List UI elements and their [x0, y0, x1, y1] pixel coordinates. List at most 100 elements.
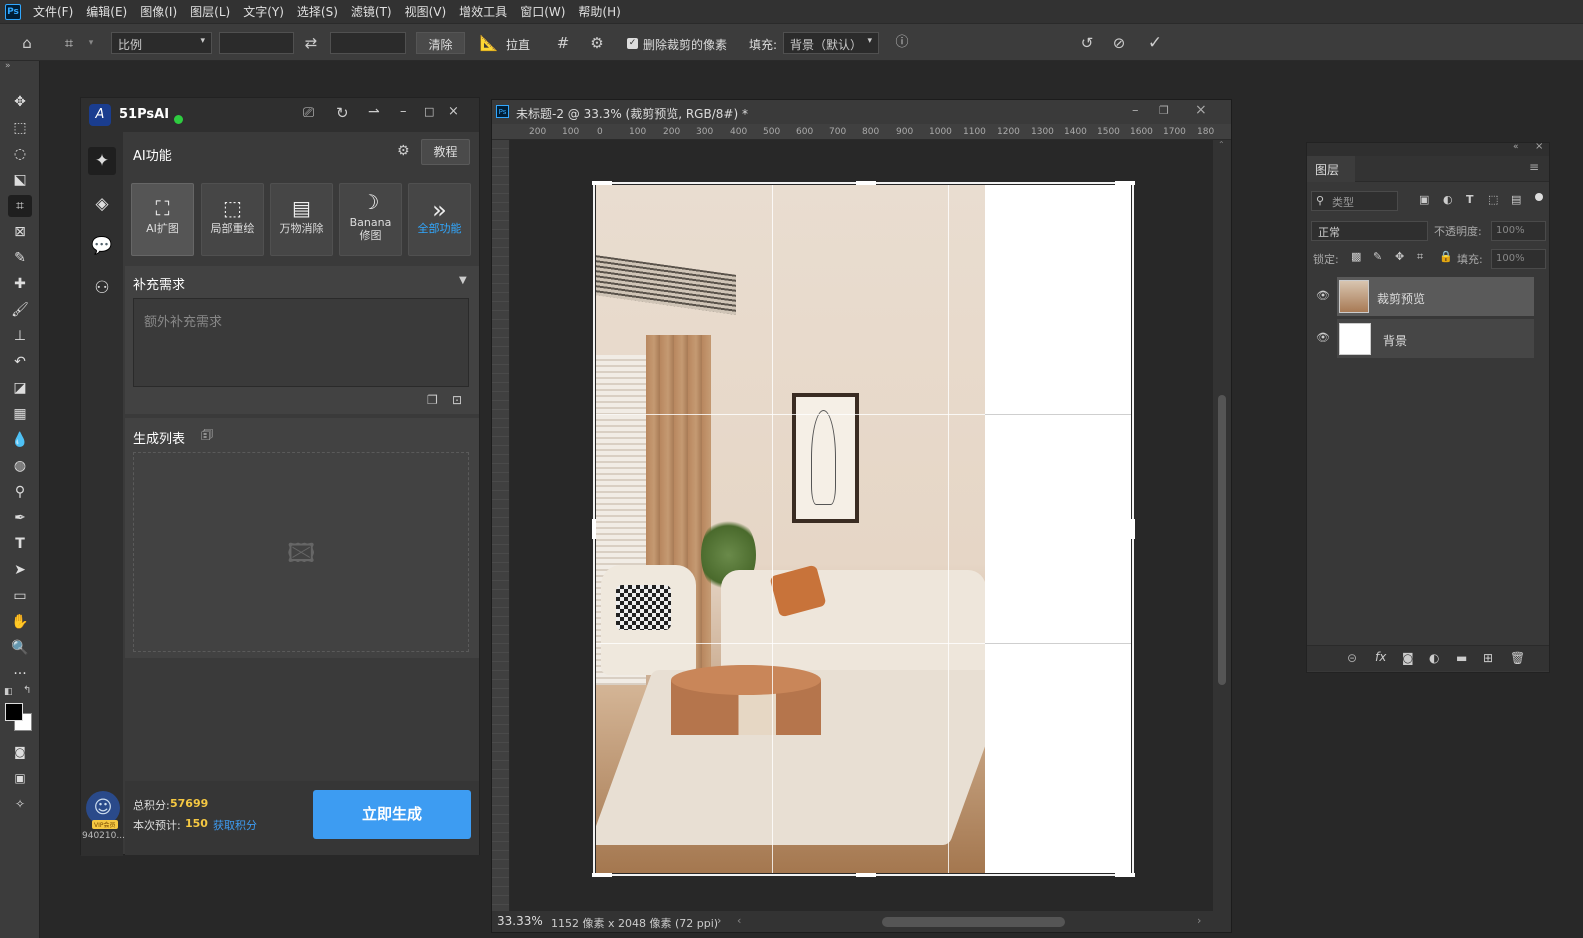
height-input[interactable]: [330, 32, 406, 54]
generate-button[interactable]: 立即生成: [313, 790, 471, 839]
filter-pixel-icon[interactable]: ▣: [1419, 193, 1429, 206]
straighten-icon[interactable]: 📐: [478, 32, 500, 54]
path-select-tool-icon[interactable]: ➤: [8, 559, 32, 581]
close-icon[interactable]: ×: [448, 104, 459, 119]
collapse-icon[interactable]: ▼: [459, 275, 467, 286]
quick-mask-icon[interactable]: ◙: [8, 741, 32, 763]
crop-handle-bottom[interactable]: [856, 873, 876, 877]
collapse-panel-icon[interactable]: «: [1513, 142, 1519, 152]
minimize-icon[interactable]: –: [400, 104, 407, 119]
zoom-lens-tool-icon[interactable]: ⚲: [8, 481, 32, 503]
crop-border[interactable]: [593, 182, 1134, 876]
notes-icon[interactable]: 🗊: [201, 426, 213, 448]
layers-stack-icon[interactable]: ◈: [88, 190, 116, 218]
clear-button[interactable]: 清除: [416, 32, 465, 54]
stamp-tool-icon[interactable]: ⊥: [8, 325, 32, 347]
requirement-input[interactable]: 额外补充需求: [133, 298, 469, 387]
lock-all-icon[interactable]: 🔒: [1439, 250, 1453, 263]
minimize-icon[interactable]: –: [1132, 103, 1139, 118]
default-colors-icon[interactable]: ◧: [4, 687, 13, 697]
magic-wand-icon[interactable]: ✦: [88, 147, 116, 175]
menu-view[interactable]: 视图(V): [405, 3, 447, 20]
pin-icon[interactable]: ⇀: [368, 104, 380, 120]
restore-icon[interactable]: ❐: [1159, 104, 1169, 117]
add-mask-icon[interactable]: ◙: [1402, 651, 1414, 665]
feature-erase[interactable]: ▤ 万物消除: [270, 183, 333, 256]
eye-icon[interactable]: 👁: [1316, 331, 1330, 344]
info-icon[interactable]: ⓘ: [891, 32, 913, 54]
menu-image[interactable]: 图像(I): [140, 3, 177, 20]
adjustment-layer-icon[interactable]: ◐: [1429, 651, 1439, 665]
delete-pixels-checkbox[interactable]: ✓: [627, 38, 638, 49]
link-layers-icon[interactable]: ⊝: [1347, 651, 1357, 665]
ratio-select[interactable]: 比例 ▾: [111, 32, 212, 54]
swap-icon[interactable]: ⇄: [300, 32, 322, 54]
screen-mode-icon[interactable]: ▣: [8, 767, 32, 789]
copy-icon[interactable]: ❐: [427, 393, 438, 407]
gear-icon[interactable]: ⚙: [397, 143, 410, 159]
horizontal-scroll-thumb[interactable]: [882, 917, 1065, 927]
zoom-level[interactable]: 33.33%: [497, 914, 543, 928]
scroll-right-icon[interactable]: ›: [1197, 914, 1201, 927]
vertical-scrollbar[interactable]: ⌃: [1213, 140, 1231, 911]
panel-menu-icon[interactable]: ≡: [1529, 160, 1539, 174]
document-tab[interactable]: Ps 未标题-2 @ 33.3% (裁剪预览, RGB/8#) * – ❐ ×: [492, 100, 1231, 124]
fill-select[interactable]: 背景（默认） ▾: [783, 32, 879, 54]
crop-tool-icon[interactable]: ⌗: [58, 32, 80, 54]
tutorial-button[interactable]: 教程: [421, 139, 470, 165]
gear-icon[interactable]: ⚙: [586, 32, 608, 54]
opacity-input[interactable]: 100%: [1491, 221, 1546, 241]
chat-icon[interactable]: 💬: [88, 232, 116, 260]
close-icon[interactable]: ×: [1195, 102, 1207, 118]
swap-colors-icon[interactable]: ↰: [23, 685, 31, 696]
history-brush-tool-icon[interactable]: ↶: [8, 351, 32, 373]
generative-icon[interactable]: ✧: [8, 793, 32, 815]
healing-brush-tool-icon[interactable]: ✚: [8, 273, 32, 295]
new-layer-icon[interactable]: ⊞: [1483, 651, 1493, 665]
lock-transparent-icon[interactable]: ▩: [1351, 250, 1361, 263]
get-points-link[interactable]: 获取积分: [213, 817, 257, 833]
lock-position-icon[interactable]: ✥: [1395, 250, 1404, 263]
gradient-tool-icon[interactable]: ▦: [8, 403, 32, 425]
lock-artboard-icon[interactable]: ⌗: [1417, 250, 1423, 264]
chevron-down-icon[interactable]: ▾: [80, 32, 102, 54]
crop-handle-top[interactable]: [856, 181, 876, 185]
new-group-icon[interactable]: ▬: [1456, 651, 1467, 665]
vertical-scroll-thumb[interactable]: [1218, 395, 1226, 685]
blend-mode-select[interactable]: 正常: [1311, 221, 1428, 241]
pen-tool-icon[interactable]: ✒: [8, 507, 32, 529]
filter-adjustment-icon[interactable]: ◐: [1443, 193, 1453, 206]
filter-type-icon[interactable]: T: [1466, 193, 1474, 206]
fx-icon[interactable]: fx: [1375, 650, 1386, 664]
crop-handle-top-right[interactable]: [1115, 181, 1135, 185]
menu-type[interactable]: 文字(Y): [243, 3, 284, 20]
crop-handle-bottom-left[interactable]: [592, 873, 612, 877]
menu-layer[interactable]: 图层(L): [190, 3, 230, 20]
screenshot-icon[interactable]: ⎚: [303, 105, 314, 121]
scroll-up-icon[interactable]: ⌃: [1218, 140, 1225, 149]
zoom-tool-icon[interactable]: 🔍: [8, 637, 32, 659]
crop-handle-right[interactable]: [1131, 519, 1135, 539]
crop-tool-active-icon[interactable]: ⌗: [8, 195, 32, 217]
crop-handle-bottom-right[interactable]: [1115, 873, 1135, 877]
clear-icon[interactable]: ⊡: [452, 393, 462, 407]
trash-icon[interactable]: 🗑: [1510, 651, 1525, 665]
filter-shape-icon[interactable]: ⬚: [1488, 193, 1498, 206]
lock-image-icon[interactable]: ✎: [1373, 250, 1382, 263]
marquee-tool-icon[interactable]: ⬚: [8, 117, 32, 139]
brush-tool-icon[interactable]: 🖌: [8, 299, 32, 321]
menu-plugins[interactable]: 增效工具: [459, 3, 507, 20]
close-icon[interactable]: ×: [1535, 141, 1543, 152]
layer-filter-select[interactable]: ⚲ 类型: [1311, 191, 1398, 211]
rectangle-tool-icon[interactable]: ▭: [8, 585, 32, 607]
maximize-icon[interactable]: □: [424, 105, 434, 118]
blur-tool-icon[interactable]: 💧: [8, 429, 32, 451]
foreground-color-swatch[interactable]: [5, 703, 23, 721]
layers-tab[interactable]: 图层: [1307, 156, 1355, 182]
feature-ai-expand[interactable]: ⛶ AI扩图: [131, 183, 194, 256]
cancel-icon[interactable]: ⊘: [1108, 32, 1130, 54]
lasso-tool-icon[interactable]: ◌: [8, 143, 32, 165]
straighten-label[interactable]: 拉直: [506, 36, 530, 53]
move-tool-icon[interactable]: ✥: [8, 91, 32, 113]
feature-inpaint[interactable]: ⬚ 局部重绘: [201, 183, 264, 256]
